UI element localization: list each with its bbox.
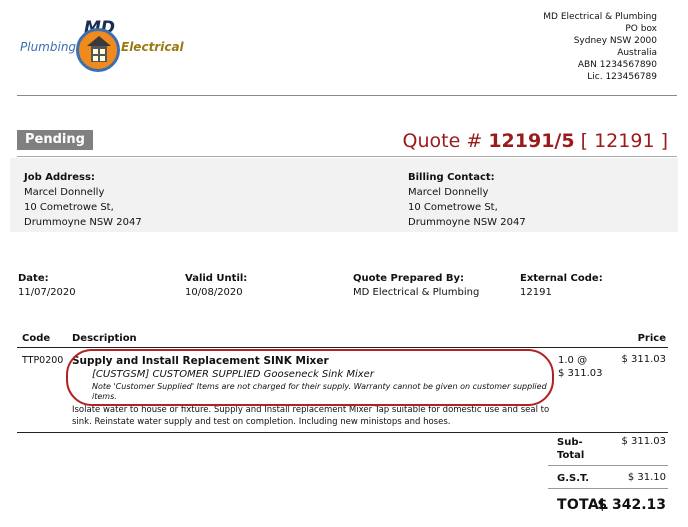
quote-title: Quote # 12191/5 [ 12191 ]	[403, 130, 668, 152]
subtotal-divider	[548, 465, 668, 466]
company-country: Australia	[617, 48, 657, 58]
item-price: $ 311.03	[621, 354, 666, 365]
status-badge: Pending	[17, 130, 93, 150]
subtotal-label: Sub- Total	[557, 436, 584, 462]
job-address-name: Marcel Donnelly	[24, 187, 105, 198]
gst-value: $ 31.10	[627, 472, 666, 483]
prepared-by-label: Quote Prepared By:	[353, 273, 464, 284]
company-details: MD Electrical & Plumbing PO box Sydney N…	[543, 11, 657, 83]
external-code-value: 12191	[520, 287, 552, 298]
date-label: Date:	[18, 273, 49, 284]
external-code-label: External Code:	[520, 273, 603, 284]
subtotal-label-line1: Sub-	[557, 437, 583, 448]
subtotal-value: $ 311.03	[621, 436, 666, 447]
billing-contact-suburb: Drummoyne NSW 2047	[408, 217, 526, 228]
logo-plumbing-text: Plumbing	[20, 40, 77, 54]
job-address-block: Job Address: Marcel Donnelly 10 Cometrow…	[24, 170, 142, 230]
company-name: MD Electrical & Plumbing	[543, 12, 657, 22]
billing-contact-label: Billing Contact:	[408, 172, 495, 183]
prepared-by-value: MD Electrical & Plumbing	[353, 287, 480, 298]
billing-contact-name: Marcel Donnelly	[408, 187, 489, 198]
gst-label: G.S.T.	[557, 473, 590, 484]
column-header-description: Description	[72, 333, 137, 344]
external-code-block: External Code: 12191	[520, 272, 603, 300]
column-header-price: Price	[637, 333, 666, 344]
company-address-line1: PO box	[625, 24, 657, 34]
prepared-by-block: Quote Prepared By: MD Electrical & Plumb…	[353, 272, 479, 300]
quote-number: 12191/5	[488, 130, 575, 152]
logo-electrical-text: Electrical	[121, 40, 184, 54]
date-block: Date: 11/07/2020	[18, 272, 76, 300]
billing-contact-block: Billing Contact: Marcel Donnelly 10 Come…	[408, 170, 526, 230]
address-panel: Job Address: Marcel Donnelly 10 Cometrow…	[10, 158, 678, 232]
company-address-line2: Sydney NSW 2000	[573, 36, 657, 46]
item-description: Isolate water to house or fixture. Suppl…	[72, 405, 550, 427]
valid-until-label: Valid Until:	[185, 273, 248, 284]
date-value: 11/07/2020	[18, 287, 76, 298]
company-abn: ABN 1234567890	[577, 60, 657, 70]
column-header-code: Code	[22, 333, 51, 344]
job-address-street: 10 Cometrowe St,	[24, 202, 114, 213]
item-quantity: 1.0 @ $ 311.03	[558, 354, 603, 380]
item-code: TTP0200	[22, 355, 64, 366]
company-logo: MD Plumbing Electrical	[14, 18, 184, 80]
item-unit-price: $ 311.03	[558, 368, 603, 379]
table-header-divider	[17, 347, 668, 348]
quote-ref: [ 12191 ]	[580, 130, 668, 152]
highlight-ring	[66, 349, 554, 406]
subtotal-label-line2: Total	[557, 450, 585, 461]
valid-until-value: 10/08/2020	[185, 287, 243, 298]
job-address-label: Job Address:	[24, 172, 95, 183]
quote-divider	[17, 156, 677, 157]
table-body-divider	[17, 432, 668, 433]
quote-prefix: Quote #	[402, 130, 483, 152]
billing-contact-street: 10 Cometrowe St,	[408, 202, 498, 213]
house-icon	[76, 28, 120, 72]
company-licence: Lic. 123456789	[587, 72, 657, 82]
gst-divider	[548, 488, 668, 489]
header-divider	[17, 95, 677, 96]
item-qty-value: 1.0 @	[558, 355, 588, 366]
job-address-suburb: Drummoyne NSW 2047	[24, 217, 142, 228]
valid-until-block: Valid Until: 10/08/2020	[185, 272, 247, 300]
total-value: $ 342.13	[597, 497, 666, 513]
